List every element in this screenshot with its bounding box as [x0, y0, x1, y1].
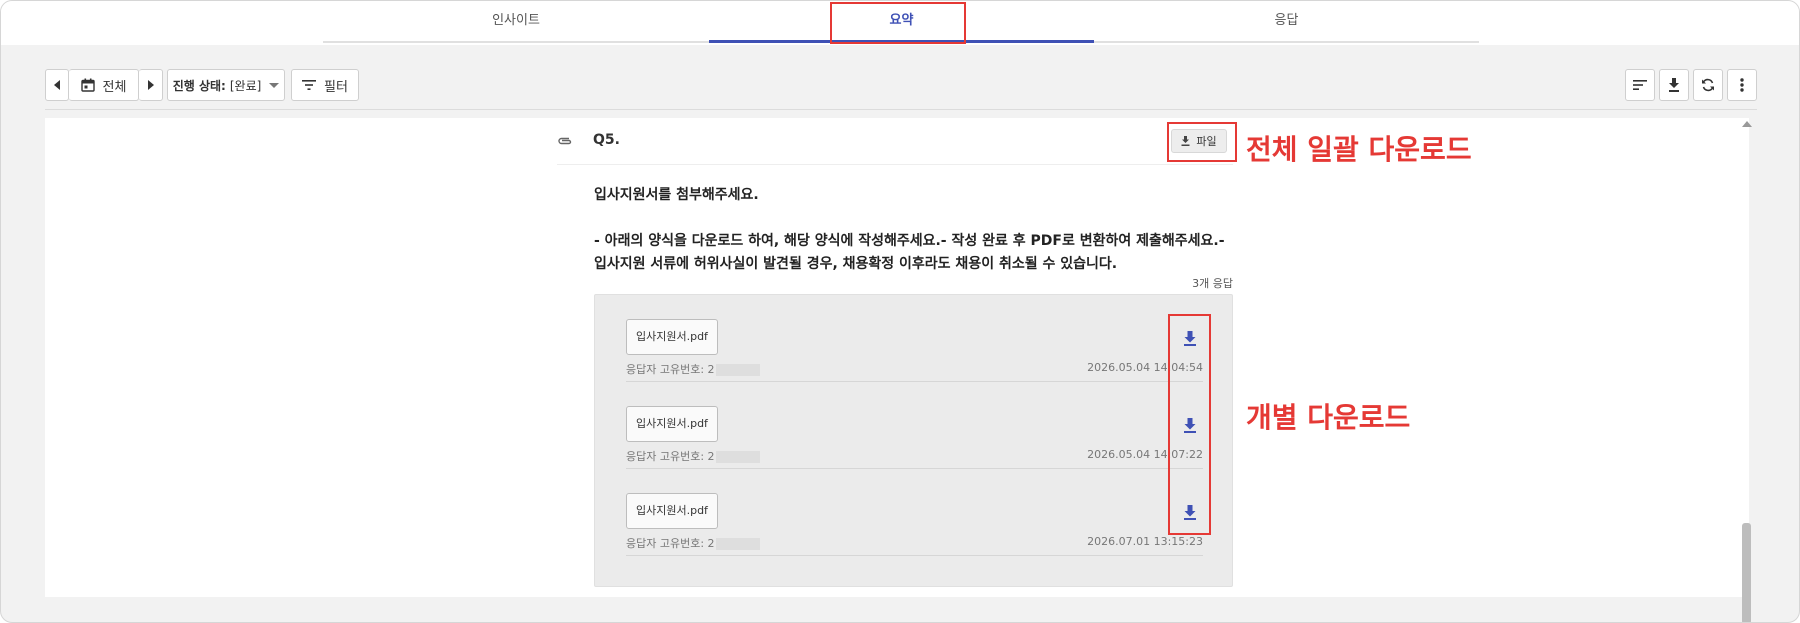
more-vertical-icon — [1740, 78, 1744, 92]
download-all-files-button[interactable]: 파일 — [1171, 129, 1227, 153]
respondent-label: 응답자 고유번호: — [626, 363, 705, 376]
status-prefix: 진행 상태: — [172, 78, 226, 93]
list-item: 입사지원서.pdf 응답자 고유번호: 2 2026.07.01 13:15:2… — [626, 469, 1203, 556]
refresh-button[interactable] — [1693, 69, 1723, 101]
filter-button[interactable]: 필터 — [291, 69, 359, 101]
sort-icon — [1633, 80, 1647, 90]
redacted-block — [715, 451, 760, 463]
download-icon[interactable] — [1181, 503, 1199, 521]
filter-icon — [302, 80, 317, 90]
list-item: 입사지원서.pdf 응답자 고유번호: 2 2026.05.04 14:04:5… — [626, 295, 1203, 382]
download-icon — [1181, 136, 1190, 146]
scroll-up-arrow-icon[interactable] — [1742, 121, 1752, 127]
next-button[interactable] — [139, 69, 163, 101]
tab-bar: 인사이트 요약 응답 — [1, 1, 1799, 45]
caret-right-icon — [147, 80, 154, 90]
question-title: 입사지원서를 첨부해주세요. — [594, 187, 759, 203]
response-timestamp: 2026.05.04 14:07:22 — [1087, 448, 1203, 461]
response-list: 입사지원서.pdf 응답자 고유번호: 2 2026.05.04 14:04:5… — [594, 294, 1233, 587]
file-chip[interactable]: 입사지원서.pdf — [626, 406, 718, 442]
respondent-id-value: 2 — [707, 537, 715, 550]
toolbar-divider — [45, 109, 1757, 110]
respondent-id-value: 2 — [707, 450, 715, 463]
list-item: 입사지원서.pdf 응답자 고유번호: 2 2026.05.04 14:07:2… — [626, 382, 1203, 469]
download-icon — [1669, 78, 1679, 92]
download-icon[interactable] — [1181, 329, 1199, 347]
redacted-block — [715, 364, 760, 376]
annotation-download-all: 전체 일괄 다운로드 — [1246, 133, 1472, 166]
annotation-download-each: 개별 다운로드 — [1246, 401, 1411, 434]
question-number: Q5. — [593, 132, 620, 148]
respondent-label: 응답자 고유번호: — [626, 537, 705, 550]
file-chip[interactable]: 입사지원서.pdf — [626, 493, 718, 529]
respondent-id: 응답자 고유번호: 2 — [626, 361, 760, 377]
question-header: Q5. 파일 — [557, 119, 1233, 165]
refresh-icon — [1702, 78, 1714, 92]
status-value: [완료] — [229, 78, 262, 93]
status-filter-dropdown[interactable]: 진행 상태: [완료] — [167, 69, 285, 101]
download-all-label: 파일 — [1196, 135, 1217, 148]
response-count: 3개 응답 — [1192, 277, 1233, 290]
tab-insight[interactable]: 인사이트 — [323, 1, 709, 43]
date-range-label: 전체 — [102, 79, 127, 95]
tab-response[interactable]: 응답 — [1094, 1, 1479, 43]
prev-button[interactable] — [45, 69, 69, 101]
tab-summary[interactable]: 요약 — [709, 1, 1094, 43]
respondent-id-value: 2 — [707, 363, 715, 376]
redacted-block — [715, 538, 760, 550]
download-button[interactable] — [1659, 69, 1689, 101]
date-range-button[interactable]: 전체 — [69, 69, 139, 101]
file-chip[interactable]: 입사지원서.pdf — [626, 319, 718, 355]
response-timestamp: 2026.07.01 13:15:23 — [1087, 535, 1203, 548]
more-options-button[interactable] — [1727, 69, 1757, 101]
response-timestamp: 2026.05.04 14:04:54 — [1087, 361, 1203, 374]
paperclip-icon — [558, 137, 572, 145]
respondent-id: 응답자 고유번호: 2 — [626, 448, 760, 464]
respondent-id: 응답자 고유번호: 2 — [626, 535, 760, 551]
filter-label: 필터 — [324, 79, 348, 95]
calendar-icon — [80, 78, 95, 92]
chevron-down-icon — [269, 82, 280, 88]
app-window: 인사이트 요약 응답 전체 진행 상태: [완료] 필터 Q5. 파일 전체 일… — [0, 0, 1800, 623]
caret-left-icon — [54, 80, 60, 90]
sort-button[interactable] — [1625, 69, 1655, 101]
respondent-label: 응답자 고유번호: — [626, 450, 705, 463]
scrollbar-thumb[interactable] — [1742, 523, 1751, 622]
question-description: - 아래의 양식을 다운로드 하여, 해당 양식에 작성해주세요.- 작성 완료… — [594, 233, 1225, 272]
download-icon[interactable] — [1181, 416, 1199, 434]
